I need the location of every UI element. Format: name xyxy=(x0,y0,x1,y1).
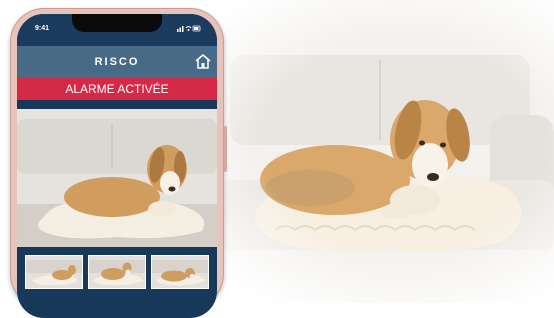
risco-logo: RISCO xyxy=(94,56,140,68)
status-time: 9:41 xyxy=(35,25,50,32)
snapshot-thumbnail[interactable] xyxy=(88,255,146,289)
background-dog-photo xyxy=(190,0,554,303)
phone-notch xyxy=(72,14,162,32)
snapshot-thumbnail[interactable] xyxy=(151,255,209,289)
app-header: RISCO xyxy=(17,46,217,78)
home-icon[interactable] xyxy=(194,53,212,70)
phone-side-button xyxy=(224,126,227,172)
status-bar: 9:41 xyxy=(17,14,217,46)
phone-mockup: 9:41 RISCO ALARME ACTIVÉE xyxy=(10,8,227,318)
signal-icon xyxy=(177,25,201,32)
phone-screen: 9:41 RISCO ALARME ACTIVÉE xyxy=(17,14,217,318)
snapshot-thumbnail[interactable] xyxy=(25,255,83,289)
alarm-activated-banner: ALARME ACTIVÉE xyxy=(17,78,217,100)
camera-snapshot-main[interactable] xyxy=(17,109,217,247)
snapshot-thumbnails xyxy=(25,255,209,289)
